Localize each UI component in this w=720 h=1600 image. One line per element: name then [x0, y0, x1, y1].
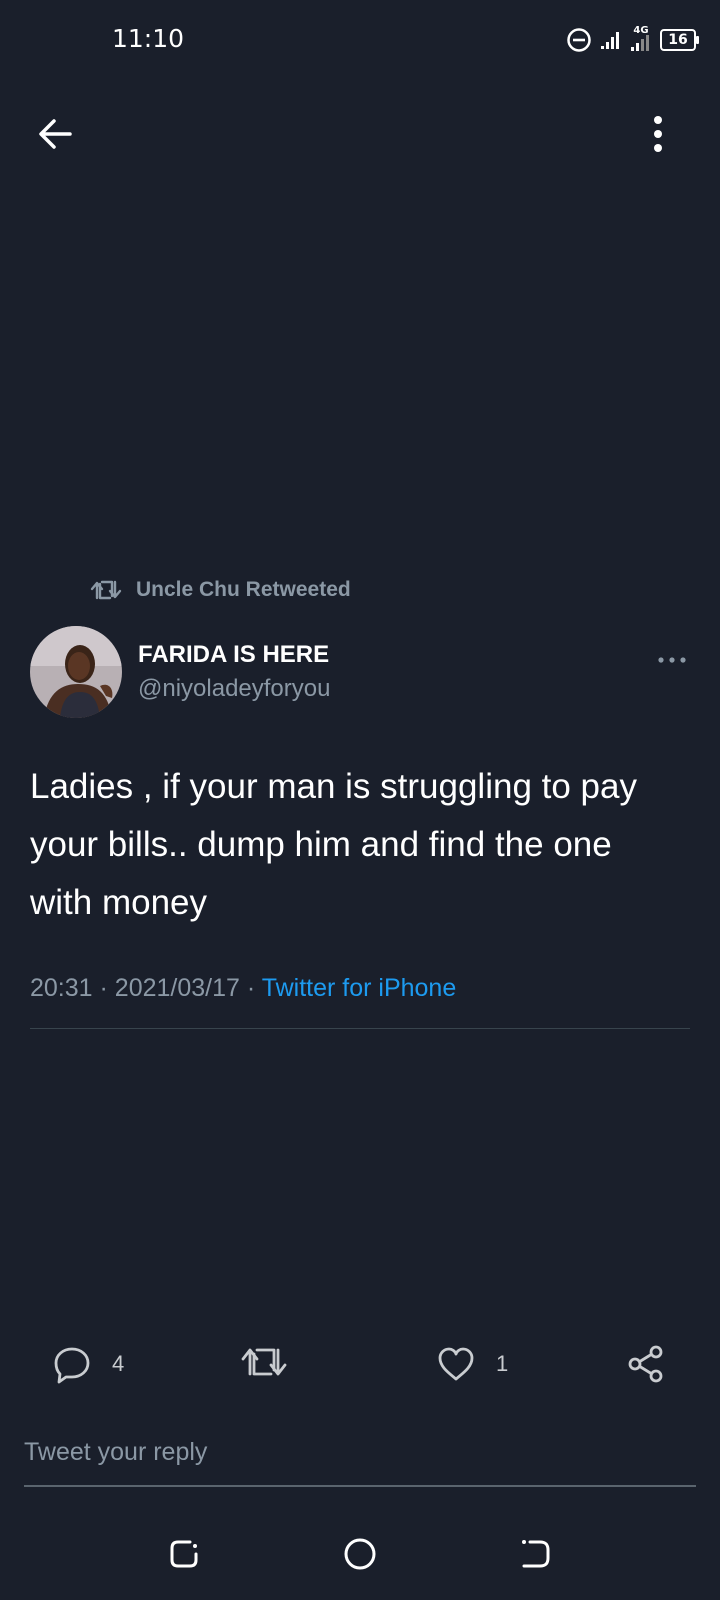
- reply-icon: [54, 1347, 90, 1384]
- back-arrow-icon: [39, 119, 72, 149]
- reply-divider: [24, 1485, 696, 1487]
- meta-separator: ·: [99, 974, 108, 1002]
- signal-icon-2: [631, 35, 649, 51]
- tweet-meta: 20:31 · 2021/03/17 · Twitter for iPhone: [30, 974, 456, 1003]
- tweet-time: 20:31: [30, 974, 93, 1002]
- author-name[interactable]: FARIDA IS HERE: [138, 641, 329, 669]
- status-time: 11:10: [112, 24, 185, 53]
- avatar-image: [30, 626, 122, 718]
- more-horizontal-icon: [658, 657, 686, 663]
- author-handle[interactable]: @niyoladeyforyou: [138, 675, 330, 703]
- tweet-source-link[interactable]: Twitter for iPhone: [262, 974, 457, 1002]
- home-circle-icon: [344, 1538, 376, 1570]
- like-icon: [438, 1347, 474, 1381]
- reply-button[interactable]: 4: [52, 1344, 124, 1384]
- tweet-date: 2021/03/17: [114, 974, 240, 1002]
- back-nav-button[interactable]: [516, 1534, 556, 1574]
- network-indicator: 4G: [630, 26, 652, 53]
- dnd-icon: [567, 27, 591, 52]
- retweeted-label: Uncle Chu Retweeted: [136, 578, 351, 601]
- home-nav-button[interactable]: [340, 1534, 380, 1574]
- status-icons: 4G 16: [566, 26, 699, 53]
- more-vertical-icon: [654, 116, 662, 152]
- reply-input[interactable]: [24, 1438, 694, 1467]
- like-button[interactable]: 1: [436, 1344, 508, 1384]
- network-type-label: 4G: [633, 25, 649, 36]
- share-icon: [628, 1345, 663, 1383]
- tweet-more-button[interactable]: [657, 653, 687, 665]
- retweet-icon: [90, 580, 122, 600]
- battery-level: 16: [668, 31, 688, 48]
- signal-icon: [601, 31, 619, 49]
- meta-separator-2: ·: [246, 974, 256, 1002]
- avatar[interactable]: [30, 626, 122, 718]
- like-count: 1: [496, 1351, 509, 1376]
- retweet-button[interactable]: [240, 1344, 288, 1380]
- tweet-text: Ladies , if your man is struggling to pa…: [30, 767, 637, 922]
- recents-nav-button[interactable]: [164, 1534, 204, 1574]
- share-button[interactable]: [626, 1344, 666, 1384]
- battery-icon: 16: [660, 28, 699, 51]
- retweet-icon-2: [241, 1348, 287, 1376]
- retweeted-by[interactable]: Uncle Chu Retweeted: [90, 578, 351, 602]
- more-options-button[interactable]: [644, 112, 672, 156]
- divider: [30, 1028, 690, 1029]
- back-button[interactable]: [34, 112, 78, 156]
- back-nav-icon: [522, 1540, 550, 1568]
- reply-count: 4: [112, 1351, 125, 1376]
- recents-icon: [170, 1540, 198, 1568]
